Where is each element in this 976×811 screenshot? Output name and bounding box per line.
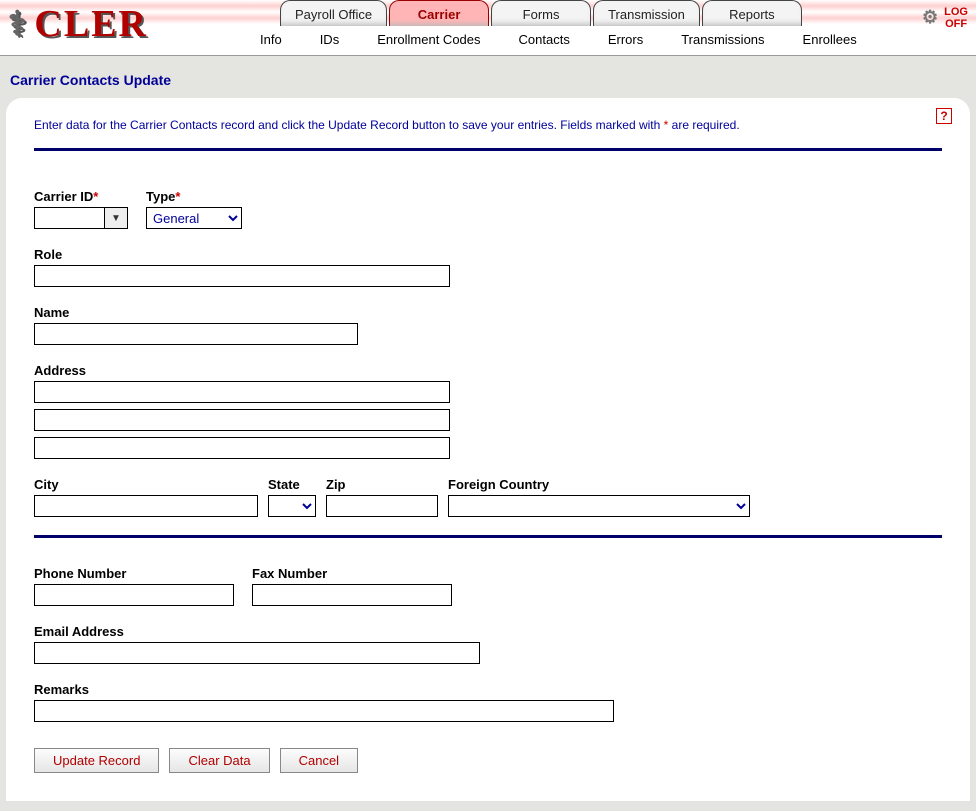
brand-text: CLER bbox=[34, 2, 148, 46]
cancel-button[interactable]: Cancel bbox=[280, 748, 358, 773]
zip-label: Zip bbox=[326, 477, 438, 492]
caduceus-icon: ⚕ bbox=[8, 4, 28, 44]
name-label: Name bbox=[34, 305, 358, 320]
type-label: Type* bbox=[146, 189, 242, 204]
carrier-id-dropdown-button[interactable]: ▼ bbox=[104, 207, 128, 229]
subtab-transmissions[interactable]: Transmissions bbox=[681, 32, 764, 47]
name-input[interactable] bbox=[34, 323, 358, 345]
zip-input[interactable] bbox=[326, 495, 438, 517]
clear-data-button[interactable]: Clear Data bbox=[169, 748, 269, 773]
foreign-country-select[interactable] bbox=[448, 495, 750, 517]
remarks-label: Remarks bbox=[34, 682, 614, 697]
carrier-id-label: Carrier ID* bbox=[34, 189, 128, 204]
app-logo: ⚕ CLER bbox=[8, 2, 148, 46]
divider-top bbox=[34, 148, 942, 151]
subtab-info[interactable]: Info bbox=[260, 32, 282, 47]
main-tab-bar: Payroll Office Carrier Forms Transmissio… bbox=[280, 0, 802, 26]
role-input[interactable] bbox=[34, 265, 450, 287]
phone-input[interactable] bbox=[34, 584, 234, 606]
divider-mid bbox=[34, 535, 942, 538]
foreign-country-label: Foreign Country bbox=[448, 477, 750, 492]
subtab-errors[interactable]: Errors bbox=[608, 32, 643, 47]
tab-transmission[interactable]: Transmission bbox=[593, 0, 700, 26]
subtab-enrollment-codes[interactable]: Enrollment Codes bbox=[377, 32, 480, 47]
gear-icon: ⚙ bbox=[922, 8, 938, 28]
subtab-contacts[interactable]: Contacts bbox=[519, 32, 570, 47]
city-label: City bbox=[34, 477, 258, 492]
tab-forms[interactable]: Forms bbox=[491, 0, 591, 26]
address-label: Address bbox=[34, 363, 450, 378]
instructions-post: are required. bbox=[668, 118, 739, 132]
logoff-link[interactable]: ⚙ LOG OFF bbox=[922, 6, 968, 30]
subtab-ids[interactable]: IDs bbox=[320, 32, 340, 47]
email-label: Email Address bbox=[34, 624, 480, 639]
tab-reports[interactable]: Reports bbox=[702, 0, 802, 26]
address2-input[interactable] bbox=[34, 409, 450, 431]
subtab-enrollees[interactable]: Enrollees bbox=[803, 32, 857, 47]
remarks-input[interactable] bbox=[34, 700, 614, 722]
state-select[interactable] bbox=[268, 495, 316, 517]
address3-input[interactable] bbox=[34, 437, 450, 459]
tab-payroll-office[interactable]: Payroll Office bbox=[280, 0, 387, 26]
update-record-button[interactable]: Update Record bbox=[34, 748, 159, 773]
help-icon[interactable]: ? bbox=[936, 108, 952, 124]
city-input[interactable] bbox=[34, 495, 258, 517]
instructions-pre: Enter data for the Carrier Contacts reco… bbox=[34, 118, 664, 132]
form-card: ? Enter data for the Carrier Contacts re… bbox=[6, 98, 970, 801]
carrier-id-input[interactable] bbox=[34, 207, 104, 229]
sub-tab-bar: Info IDs Enrollment Codes Contacts Error… bbox=[260, 32, 857, 47]
fax-label: Fax Number bbox=[252, 566, 452, 581]
tab-carrier[interactable]: Carrier bbox=[389, 0, 489, 26]
instructions: Enter data for the Carrier Contacts reco… bbox=[34, 116, 942, 134]
state-label: State bbox=[268, 477, 316, 492]
type-select[interactable]: General bbox=[146, 207, 242, 229]
role-label: Role bbox=[34, 247, 450, 262]
app-header: ⚕ CLER Payroll Office Carrier Forms Tran… bbox=[0, 0, 976, 56]
logoff-label: LOG OFF bbox=[944, 6, 968, 30]
email-input[interactable] bbox=[34, 642, 480, 664]
fax-input[interactable] bbox=[252, 584, 452, 606]
page-title: Carrier Contacts Update bbox=[0, 56, 976, 98]
address1-input[interactable] bbox=[34, 381, 450, 403]
chevron-down-icon: ▼ bbox=[111, 213, 121, 224]
phone-label: Phone Number bbox=[34, 566, 234, 581]
